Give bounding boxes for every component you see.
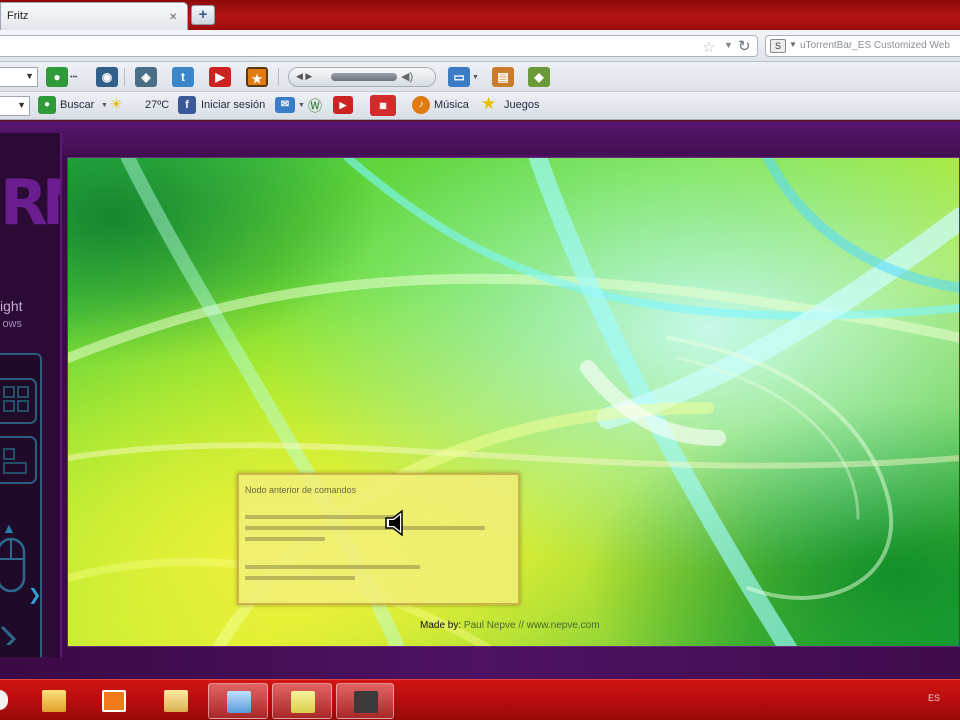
media-player-icon: [102, 690, 126, 712]
youtube-icon[interactable]: ▶: [209, 67, 231, 87]
grid-icon[interactable]: [0, 377, 38, 487]
new-tab-button[interactable]: +: [191, 5, 215, 25]
note-text-line: [245, 576, 355, 580]
chevron-down-icon[interactable]: •••: [70, 74, 77, 81]
chevron-down-icon[interactable]: ▼: [789, 40, 797, 49]
video-camera-icon: [354, 691, 378, 713]
toolbar-combo[interactable]: ▼: [0, 67, 38, 87]
music-link[interactable]: Música: [434, 99, 469, 111]
chevron-down-icon: ▼: [17, 100, 26, 110]
star-icon[interactable]: ☆: [702, 38, 715, 56]
chevron-right-icon[interactable]: ❯: [28, 585, 41, 605]
previous-icon[interactable]: ◀ ▶: [296, 71, 312, 82]
wordpress-icon[interactable]: Ⓦ: [308, 96, 322, 116]
note-text-line: [245, 537, 325, 541]
sticky-notes-icon: [291, 691, 315, 713]
messenger-icon[interactable]: ▭: [448, 67, 470, 87]
credit-line: Made by: Paul Nepve // www.nepve.com: [420, 620, 600, 631]
search-label[interactable]: Buscar: [60, 99, 94, 111]
credit-site[interactable]: www.nepve.com: [527, 620, 600, 631]
search-icon[interactable]: ●: [38, 96, 56, 114]
start-button[interactable]: [0, 683, 10, 719]
credit-prefix: Made by:: [420, 620, 462, 631]
search-placeholder: uTorrentBar_ES Customized Web: [800, 40, 950, 51]
reload-icon[interactable]: ↻: [738, 37, 751, 55]
toolbar-separator: [124, 68, 125, 86]
player-progress[interactable]: [331, 73, 397, 81]
chevron-down-icon[interactable]: ▼: [298, 102, 305, 109]
bookmark-star-icon[interactable]: ★: [246, 67, 268, 87]
note-title: Nodo anterior de comandos: [245, 485, 357, 495]
sticky-note[interactable]: Nodo anterior de comandos: [237, 473, 520, 605]
weather-sun-icon: ☀: [110, 96, 123, 112]
taskbar-explorer[interactable]: [26, 683, 82, 719]
taskbar-libraries[interactable]: [148, 683, 204, 719]
speaker-icon[interactable]: [384, 509, 410, 537]
games-star-icon: ★: [481, 94, 497, 113]
twitter-icon[interactable]: t: [172, 67, 194, 87]
credit-author: Paul Nepve: [463, 620, 516, 631]
chevron-down-icon[interactable]: ▼: [724, 40, 733, 50]
start-orb-icon: [0, 690, 8, 710]
chevron-down-icon[interactable]: ▼: [472, 74, 479, 81]
chat-icon[interactable]: ◈: [135, 67, 157, 87]
tab-strip: Fritz ✕ +: [0, 0, 960, 30]
chevron-down-icon[interactable]: ▼: [101, 102, 108, 109]
media-player[interactable]: ◀ ▶ ◀): [288, 67, 436, 87]
left-sidebar: RN ight ows ▲ ❯: [0, 133, 62, 657]
search-input[interactable]: S ▼ uTorrentBar_ES Customized Web: [765, 35, 960, 57]
login-link[interactable]: Iniciar sesión: [201, 99, 265, 111]
music-icon[interactable]: ♪: [412, 96, 430, 114]
green-app-icon[interactable]: ●: [46, 67, 68, 87]
tab-active[interactable]: Fritz ✕: [0, 2, 188, 30]
page-header-bar: [0, 121, 960, 155]
toolbar-combo[interactable]: ▼: [0, 96, 30, 116]
chevron-down-icon: ▼: [25, 71, 34, 81]
close-icon[interactable]: ✕: [169, 12, 177, 23]
sidebar-subtitle: ows: [2, 318, 22, 330]
navigation-bar: ☆ ▼ ↻ S ▼ uTorrentBar_ES Customized Web: [0, 30, 960, 62]
tab-title: Fritz: [7, 10, 29, 22]
taskbar-window-active[interactable]: [208, 683, 268, 719]
toolbar-separator: [278, 68, 279, 86]
address-bar[interactable]: ☆ ▼ ↻: [0, 35, 758, 57]
taskbar-sticky-notes[interactable]: [272, 683, 332, 719]
facebook-icon[interactable]: f: [178, 96, 196, 114]
map-icon[interactable]: ◆: [528, 67, 550, 87]
volume-icon[interactable]: ◀): [401, 70, 413, 83]
note-text-line: [245, 526, 485, 530]
note-text-line: [245, 515, 395, 519]
site-logo: RN: [0, 166, 60, 239]
news-icon[interactable]: ▦: [370, 95, 396, 116]
window-icon: [227, 691, 251, 713]
folder-icon: [42, 690, 66, 712]
toolbar-primary: ▼ ● ••• ◉ ◈ t ▶ ★ ◀ ▶ ◀) ▭ ▼ ▤ ◆: [0, 62, 960, 92]
folder-icon[interactable]: ▤: [492, 67, 514, 87]
chevron-up-icon[interactable]: ▲: [2, 520, 16, 536]
taskbar: ES: [0, 679, 960, 720]
search-engine-icon[interactable]: S: [770, 39, 786, 53]
note-text-line: [245, 565, 420, 569]
games-link[interactable]: Juegos: [504, 99, 539, 111]
taskbar-recorder[interactable]: [336, 683, 394, 719]
language-indicator[interactable]: ES: [928, 693, 940, 703]
sidebar-controls: ▲ ❯: [0, 353, 42, 657]
youtube-icon[interactable]: ▶: [333, 96, 353, 114]
mail-icon[interactable]: ✉: [275, 97, 295, 113]
toolbar-secondary: ▼ ● Buscar ▼ ☀ 27ºC f Iniciar sesión ✉ ▼…: [0, 92, 960, 120]
taskbar-media-player[interactable]: [86, 683, 142, 719]
weather-temperature[interactable]: 27ºC: [145, 99, 169, 111]
media-icon[interactable]: ◉: [96, 67, 118, 87]
libraries-icon: [164, 690, 188, 712]
sidebar-title: ight: [0, 298, 23, 314]
